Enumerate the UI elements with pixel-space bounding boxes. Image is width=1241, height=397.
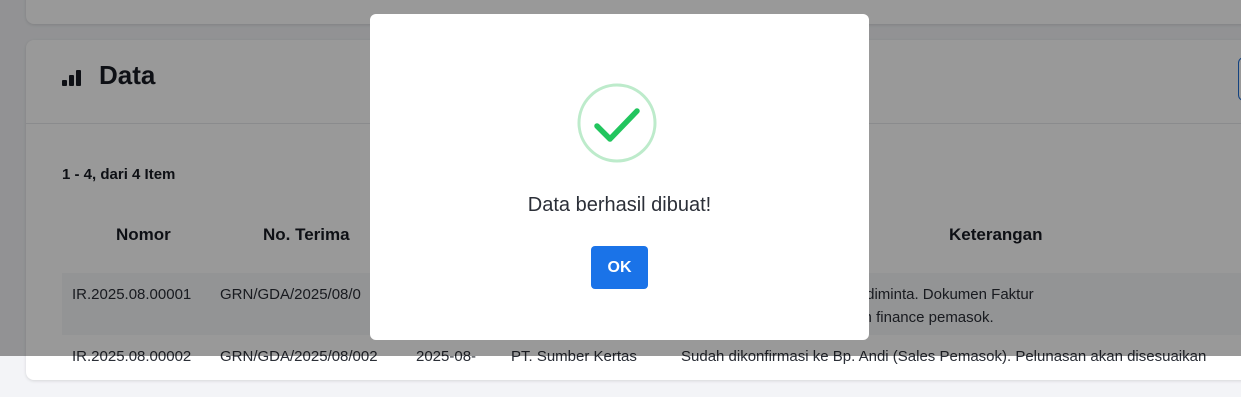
ok-button[interactable]: OK [591, 246, 648, 289]
success-check-icon [577, 83, 657, 163]
success-dialog: Data berhasil dibuat! OK [370, 14, 869, 340]
dialog-message: Data berhasil dibuat! [527, 194, 712, 216]
